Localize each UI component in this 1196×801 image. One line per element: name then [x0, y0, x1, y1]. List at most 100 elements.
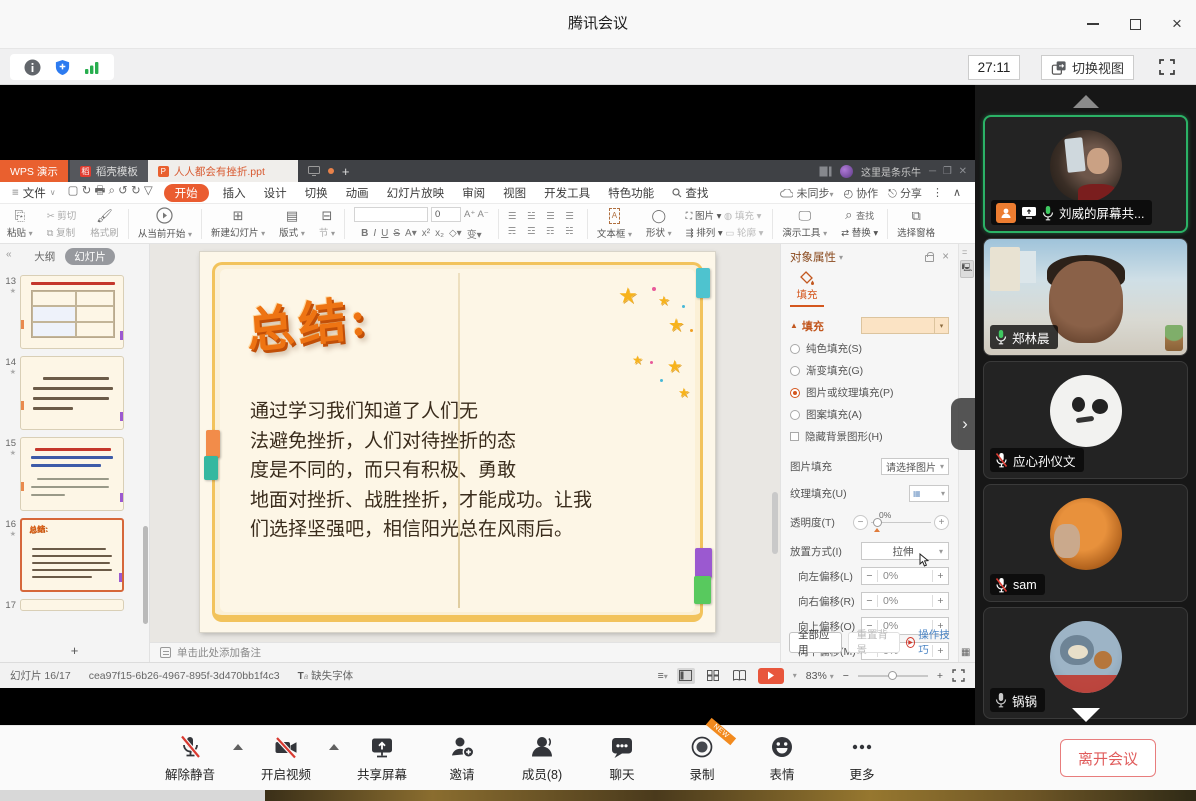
- menu-insert[interactable]: 插入: [214, 185, 255, 201]
- menu-review[interactable]: 审阅: [453, 185, 494, 201]
- menu-animation[interactable]: 动画: [337, 185, 378, 201]
- select-picture-button[interactable]: 请选择图片▾: [881, 458, 949, 475]
- option-gradient-fill[interactable]: 渐变填充(G): [790, 363, 949, 378]
- zoom-in-button[interactable]: +: [937, 670, 943, 682]
- network-signal-icon[interactable]: [84, 60, 100, 75]
- app-grid-icon[interactable]: ▦: [961, 647, 971, 658]
- wps-account-name[interactable]: 这里是条乐牛: [861, 164, 921, 179]
- canvas-scrollbar[interactable]: [772, 492, 778, 554]
- switch-view-button[interactable]: 切换视图: [1041, 55, 1134, 80]
- thumbnail-row-14[interactable]: 14★: [2, 356, 143, 430]
- clipboard-group[interactable]: ✂ 剪切 ⧉ 复制: [40, 208, 84, 239]
- placement-dropdown[interactable]: 拉伸▾: [861, 542, 949, 560]
- properties-pane-toggle[interactable]: 🖳: [960, 260, 974, 278]
- texture-picker[interactable]: ▦▾: [909, 485, 949, 502]
- quick-access-toolbar[interactable]: ▢ ↻ 🖶 ⌕ ↺ ↻ ▽: [68, 183, 153, 202]
- collapse-ribbon-icon[interactable]: ∧: [953, 186, 961, 199]
- emoji-button[interactable]: 表情: [745, 734, 819, 783]
- collapse-panel-icon[interactable]: «: [6, 249, 12, 260]
- option-picture-texture-fill[interactable]: 图片或纹理填充(P): [790, 385, 949, 400]
- format-painter-button[interactable]: 🖌格式刷: [83, 209, 126, 239]
- scroll-down-button[interactable]: [1072, 708, 1100, 722]
- security-shield-icon[interactable]: [54, 59, 71, 76]
- record-button[interactable]: NEW 录制: [665, 734, 739, 783]
- present-tools-button[interactable]: 🖵演示工具 ▾: [775, 209, 834, 239]
- menu-view[interactable]: 视图: [494, 185, 535, 201]
- zoom-level[interactable]: 83% ▾: [806, 670, 834, 682]
- option-pattern-fill[interactable]: 图案填充(A): [790, 407, 949, 422]
- reading-view-icon[interactable]: [731, 668, 749, 684]
- font-format-row[interactable]: BIUSA▾x²x₂◇▾变▾: [361, 226, 482, 241]
- minimize-button[interactable]: [1084, 15, 1102, 33]
- missing-font-warning[interactable]: Ta 缺失字体: [298, 668, 353, 683]
- participant-tile-video[interactable]: 郑林晨: [983, 238, 1188, 356]
- collaborate-button[interactable]: ◴ 协作: [844, 185, 879, 201]
- invite-button[interactable]: 邀请: [425, 734, 499, 783]
- play-options-caret[interactable]: ▾: [793, 671, 797, 680]
- participant-tile[interactable]: 应心孙仪文: [983, 361, 1188, 479]
- audio-options-caret[interactable]: [233, 744, 243, 750]
- participant-tile-sharing[interactable]: 刘威的屏幕共...: [983, 115, 1188, 233]
- menu-file[interactable]: ≡文件∨: [6, 185, 62, 201]
- scroll-up-button[interactable]: [1073, 95, 1099, 108]
- thumbnail-row-16-selected[interactable]: 16★ 总结:: [2, 518, 143, 592]
- zoom-out-button[interactable]: −: [843, 670, 849, 682]
- fill-tab[interactable]: 填充: [790, 271, 824, 307]
- paste-button[interactable]: ⎘粘贴 ▾: [0, 209, 40, 239]
- participant-tile[interactable]: 锅锅: [983, 607, 1188, 719]
- tab-slides[interactable]: 幻灯片: [65, 248, 115, 265]
- increase-icon[interactable]: +: [934, 515, 949, 530]
- find-replace-button[interactable]: ⌕ 查找⇄ 替换 ▾: [834, 208, 885, 239]
- font-name-box[interactable]: [354, 207, 428, 222]
- current-slide[interactable]: 总结: ★ ★ ★ ★ ★ ★: [200, 252, 715, 632]
- menu-find[interactable]: 查找: [663, 185, 717, 201]
- slideshow-play-button[interactable]: [758, 668, 784, 684]
- transparency-slider[interactable]: − 0% +: [853, 515, 949, 530]
- docer-template-tab[interactable]: 稻 稻壳模板: [70, 160, 148, 182]
- font-size-box[interactable]: 0: [431, 207, 461, 222]
- new-slide-button[interactable]: ⊞新建幻灯片 ▾: [204, 209, 272, 239]
- menu-features[interactable]: 特色功能: [599, 185, 663, 201]
- menu-devtools[interactable]: 开发工具: [535, 185, 599, 201]
- document-tab[interactable]: P 人人都会有挫折.ppt: [148, 160, 298, 182]
- pin-panel-icon[interactable]: [925, 255, 934, 262]
- close-panel-icon[interactable]: ×: [942, 251, 949, 263]
- leave-meeting-button[interactable]: 离开会议: [1060, 739, 1156, 777]
- unmute-button[interactable]: 解除静音: [153, 734, 227, 783]
- maximize-button[interactable]: [1126, 15, 1144, 33]
- chat-button[interactable]: 聊天: [585, 734, 659, 783]
- add-slide-button[interactable]: +: [0, 644, 149, 660]
- share-button[interactable]: ⎋ 分享: [888, 185, 922, 201]
- more-button[interactable]: 更多: [825, 734, 899, 783]
- menu-slideshow[interactable]: 幻灯片放映: [378, 185, 454, 201]
- close-button[interactable]: ×: [1168, 15, 1186, 33]
- paragraph-group[interactable]: ☰ ☱ ☰ ☰ ☴ ☲ ☶ ☵: [501, 211, 585, 237]
- sync-status[interactable]: 未同步▾: [780, 185, 833, 201]
- wps-window-controls[interactable]: ─ ❐ ✕: [929, 166, 969, 177]
- offset-right-stepper[interactable]: −0%+: [861, 592, 949, 610]
- option-hide-background[interactable]: 隐藏背景图形(H): [790, 429, 949, 444]
- tab-outline[interactable]: 大纲: [34, 249, 55, 264]
- strip-handle-icon[interactable]: =: [962, 247, 967, 257]
- slide-sorter-icon[interactable]: [704, 668, 722, 684]
- tips-link[interactable]: ▶操作技巧: [906, 627, 952, 657]
- menu-design[interactable]: 设计: [255, 185, 296, 201]
- thumbnail-row-15[interactable]: 15★: [2, 437, 143, 511]
- meeting-info-icon[interactable]: [24, 59, 41, 76]
- notes-bar[interactable]: 单击此处添加备注: [150, 642, 780, 662]
- apply-all-button[interactable]: 全部应用: [789, 632, 842, 653]
- fill-section-header[interactable]: 填充: [802, 318, 824, 334]
- fill-color-swatch[interactable]: ▾: [861, 317, 949, 334]
- video-options-caret[interactable]: [329, 744, 339, 750]
- option-solid-fill[interactable]: 纯色填充(S): [790, 341, 949, 356]
- share-screen-button[interactable]: 共享屏幕: [345, 734, 419, 783]
- play-from-current-button[interactable]: 从当前开始 ▾: [131, 207, 199, 240]
- fit-slide-icon[interactable]: [952, 669, 965, 682]
- decrease-icon[interactable]: −: [853, 515, 868, 530]
- wps-app-tab[interactable]: WPS 演示: [0, 160, 68, 182]
- new-tab-button[interactable]: +: [342, 164, 350, 179]
- fullscreen-icon[interactable]: [1158, 58, 1176, 76]
- menu-home[interactable]: 开始: [164, 184, 209, 202]
- thumbnail-row-13[interactable]: 13★: [2, 275, 143, 349]
- normal-view-icon[interactable]: [677, 668, 695, 684]
